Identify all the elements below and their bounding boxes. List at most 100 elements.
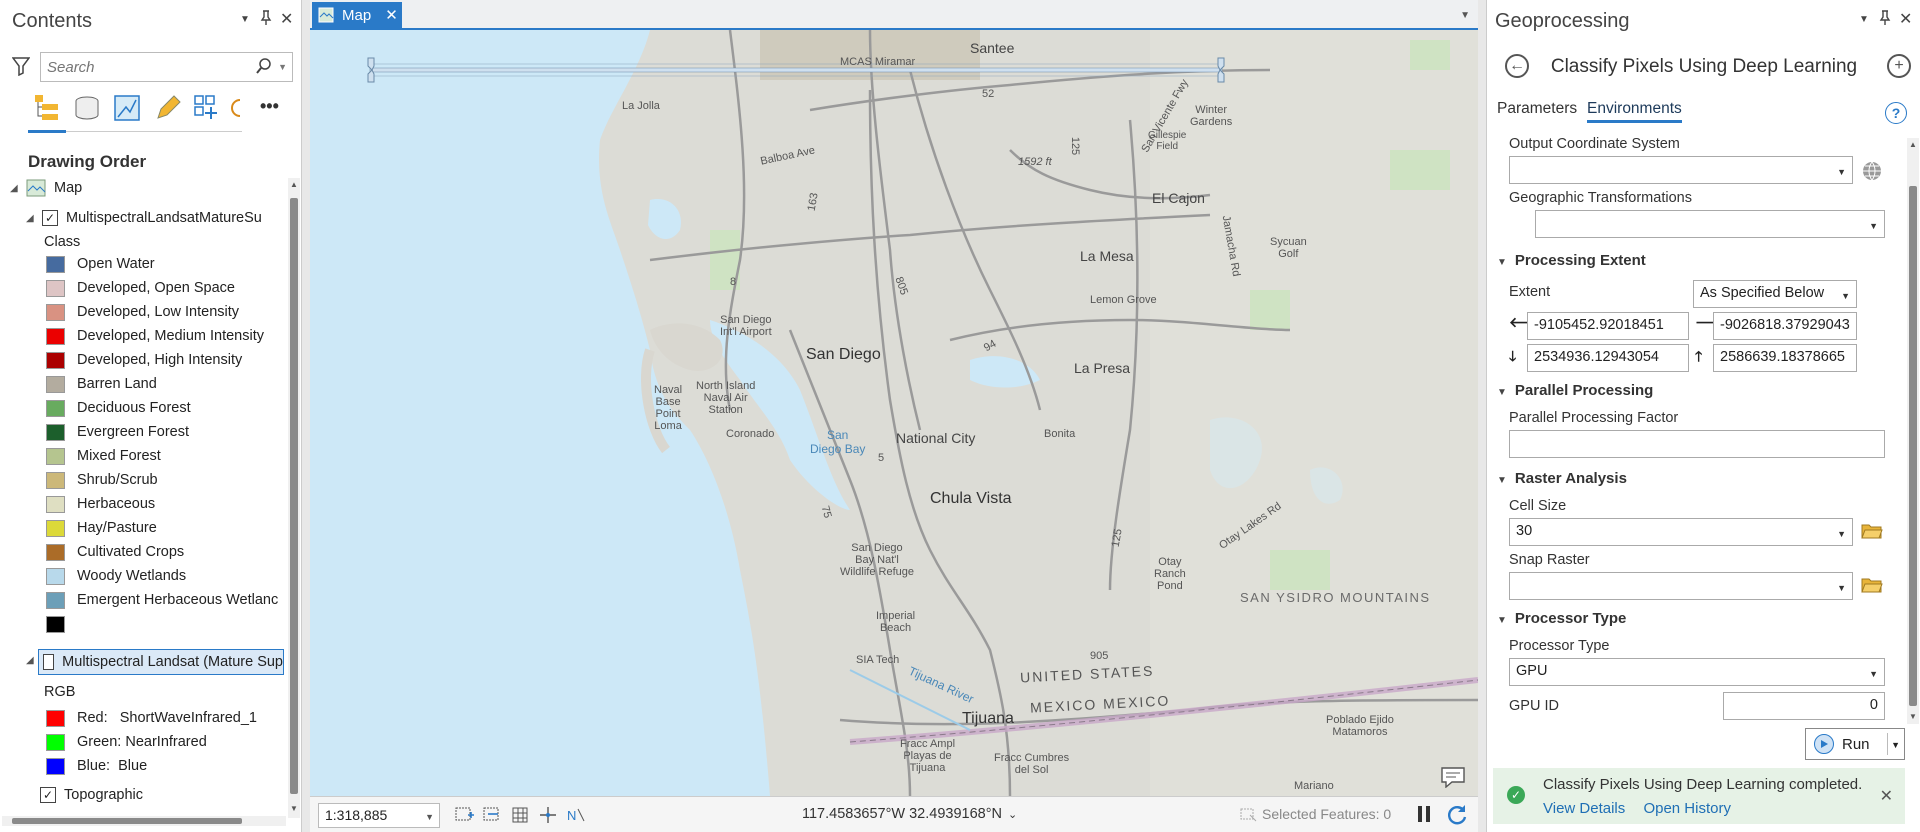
close-message-icon[interactable]: ✕ xyxy=(1880,786,1893,806)
refresh-icon[interactable] xyxy=(1446,803,1468,825)
rgb-band-item[interactable]: Blue: Blue xyxy=(46,755,147,777)
layer-multispectral-mature[interactable]: ◢ ✓ MultispectralLandsatMatureSu xyxy=(26,207,262,229)
folder-icon[interactable] xyxy=(1861,522,1883,540)
chevron-down-icon[interactable]: ▼ xyxy=(1891,740,1900,750)
pane-menu-icon[interactable]: ▼ xyxy=(240,14,250,25)
pane-menu-icon[interactable]: ▼ xyxy=(1859,14,1869,25)
chevron-down-icon[interactable]: ▼ xyxy=(1497,475,1507,486)
legend-class-item[interactable]: Evergreen Forest xyxy=(46,421,189,443)
tab-environments[interactable]: Environments xyxy=(1587,100,1682,123)
processor-type-dropdown[interactable]: GPU ▼ xyxy=(1509,658,1885,686)
extent-dropdown[interactable]: As Specified Below ▼ xyxy=(1693,280,1857,308)
folder-icon[interactable] xyxy=(1861,576,1883,594)
collapse-triangle-icon[interactable]: ◢ xyxy=(26,213,38,224)
chevron-down-icon[interactable]: ▼ xyxy=(1837,167,1846,177)
extent-left-input[interactable]: -9105452.92018451 xyxy=(1527,312,1689,340)
selected-features[interactable]: Selected Features: 0 xyxy=(1240,806,1391,823)
chevron-down-icon[interactable]: ▼ xyxy=(1837,583,1846,593)
correction-icon[interactable]: N xyxy=(566,805,588,825)
scrollbar-thumb[interactable] xyxy=(1909,186,1917,706)
map-node[interactable]: ◢ Map xyxy=(10,177,82,199)
run-button[interactable]: Run ▼ xyxy=(1805,728,1905,760)
scroll-down-icon[interactable]: ▼ xyxy=(290,804,298,813)
tab-list-dropdown-icon[interactable]: ▼ xyxy=(1460,10,1470,21)
legend-class-item[interactable]: Developed, Low Intensity xyxy=(46,301,239,323)
snapping-icon[interactable] xyxy=(538,805,560,825)
scroll-down-icon[interactable]: ▼ xyxy=(1909,712,1917,721)
filter-icon[interactable] xyxy=(12,56,30,76)
parallel-processing-factor-input[interactable] xyxy=(1509,430,1885,458)
collapse-triangle-icon[interactable]: ◢ xyxy=(26,655,38,666)
cell-size-dropdown[interactable]: 30 ▼ xyxy=(1509,518,1853,546)
legend-class-item[interactable]: Developed, Open Space xyxy=(46,277,235,299)
chevron-down-icon[interactable]: ▼ xyxy=(425,812,434,822)
scale-options-icon[interactable] xyxy=(482,805,504,825)
output-coordinate-dropdown[interactable]: ▼ xyxy=(1509,156,1853,184)
tab-map[interactable]: Map ✕ xyxy=(312,2,402,28)
layer-visibility-checkbox[interactable]: ✓ xyxy=(42,210,58,226)
scroll-up-icon[interactable]: ▲ xyxy=(290,180,298,189)
scrollbar-thumb[interactable] xyxy=(290,198,298,794)
collapse-triangle-icon[interactable]: ◢ xyxy=(10,183,22,194)
section-processor-type[interactable]: ▼ Processor Type xyxy=(1497,610,1626,627)
extent-top-input[interactable]: 2586639.18378665 xyxy=(1713,344,1857,372)
legend-class-item[interactable]: Barren Land xyxy=(46,373,157,395)
pause-drawing-icon[interactable] xyxy=(1416,804,1432,824)
fixed-zoom-in-icon[interactable] xyxy=(454,805,476,825)
rgb-band-item[interactable]: Red: ShortWaveInfrared_1 xyxy=(46,707,257,729)
layer-visibility-checkbox[interactable]: ✓ xyxy=(40,787,56,803)
list-by-editing-icon[interactable] xyxy=(152,92,182,124)
coordinate-readout[interactable]: 117.4583657°W 32.4939168°N ⌄ xyxy=(802,806,1017,822)
help-icon[interactable]: ? xyxy=(1885,102,1907,124)
layer-multispectral-landsat[interactable]: Multispectral Landsat (Mature Sup xyxy=(38,649,284,675)
geographic-transformations-dropdown[interactable]: ▼ xyxy=(1535,210,1885,238)
layer-topographic[interactable]: ✓ Topographic xyxy=(40,784,143,806)
geoprocessing-scrollbar[interactable]: ▲ ▼ xyxy=(1907,138,1919,724)
list-by-snapping-icon[interactable] xyxy=(192,92,222,124)
legend-class-item[interactable]: Deciduous Forest xyxy=(46,397,191,419)
extent-right-input[interactable]: -9026818.37929043 xyxy=(1713,312,1857,340)
chevron-down-icon[interactable]: ▼ xyxy=(1497,615,1507,626)
legend-class-item[interactable]: Herbaceous xyxy=(46,493,155,515)
legend-class-item[interactable] xyxy=(46,613,77,635)
chevron-down-icon[interactable]: ▼ xyxy=(1497,387,1507,398)
search-box[interactable]: ▼ xyxy=(40,52,293,82)
more-options-icon[interactable]: ••• xyxy=(260,96,279,117)
rgb-band-item[interactable]: Green: NearInfrared xyxy=(46,731,207,753)
view-details-link[interactable]: View Details xyxy=(1543,800,1625,817)
legend-class-item[interactable]: Developed, High Intensity xyxy=(46,349,242,371)
list-by-drawing-order-icon[interactable] xyxy=(32,92,62,124)
legend-class-item[interactable]: Woody Wetlands xyxy=(46,565,186,587)
scroll-up-icon[interactable]: ▲ xyxy=(1909,140,1917,149)
pin-icon[interactable] xyxy=(260,10,272,29)
list-by-selection-icon[interactable] xyxy=(112,92,142,124)
open-history-link[interactable]: Open History xyxy=(1643,800,1731,817)
contents-vertical-scrollbar[interactable]: ▲ ▼ xyxy=(288,178,300,818)
close-tab-icon[interactable]: ✕ xyxy=(385,6,398,24)
close-icon[interactable]: ✕ xyxy=(1899,9,1912,29)
scrollbar-thumb[interactable] xyxy=(12,818,242,824)
chevron-down-icon[interactable]: ▼ xyxy=(1837,529,1846,539)
contents-horizontal-scrollbar[interactable] xyxy=(2,816,286,826)
snap-raster-dropdown[interactable]: ▼ xyxy=(1509,572,1853,600)
section-raster-analysis[interactable]: ▼ Raster Analysis xyxy=(1497,470,1627,487)
grid-icon[interactable] xyxy=(510,805,532,825)
pin-icon[interactable] xyxy=(1879,10,1891,29)
map-canvas[interactable]: Santee MCAS Miramar La Jolla Winter Gard… xyxy=(310,30,1478,796)
list-by-source-icon[interactable] xyxy=(72,92,102,124)
extent-bottom-input[interactable]: 2534936.12943054 xyxy=(1527,344,1689,372)
chevron-down-icon[interactable]: ▼ xyxy=(1869,221,1878,231)
chevron-down-icon[interactable]: ⌄ xyxy=(1008,809,1017,821)
chevron-down-icon[interactable]: ▼ xyxy=(278,62,287,72)
list-by-labeling-icon[interactable] xyxy=(228,92,242,124)
legend-class-item[interactable]: Shrub/Scrub xyxy=(46,469,158,491)
add-icon[interactable]: + xyxy=(1887,54,1911,78)
section-parallel-processing[interactable]: ▼ Parallel Processing xyxy=(1497,382,1653,399)
scale-dropdown[interactable]: 1:318,885 ▼ xyxy=(318,803,440,828)
globe-icon[interactable] xyxy=(1861,160,1883,182)
chevron-down-icon[interactable]: ▼ xyxy=(1497,257,1507,268)
search-input[interactable] xyxy=(41,53,241,81)
chevron-down-icon[interactable]: ▼ xyxy=(1869,669,1878,679)
close-icon[interactable]: ✕ xyxy=(280,9,293,29)
legend-class-item[interactable]: Open Water xyxy=(46,253,155,275)
